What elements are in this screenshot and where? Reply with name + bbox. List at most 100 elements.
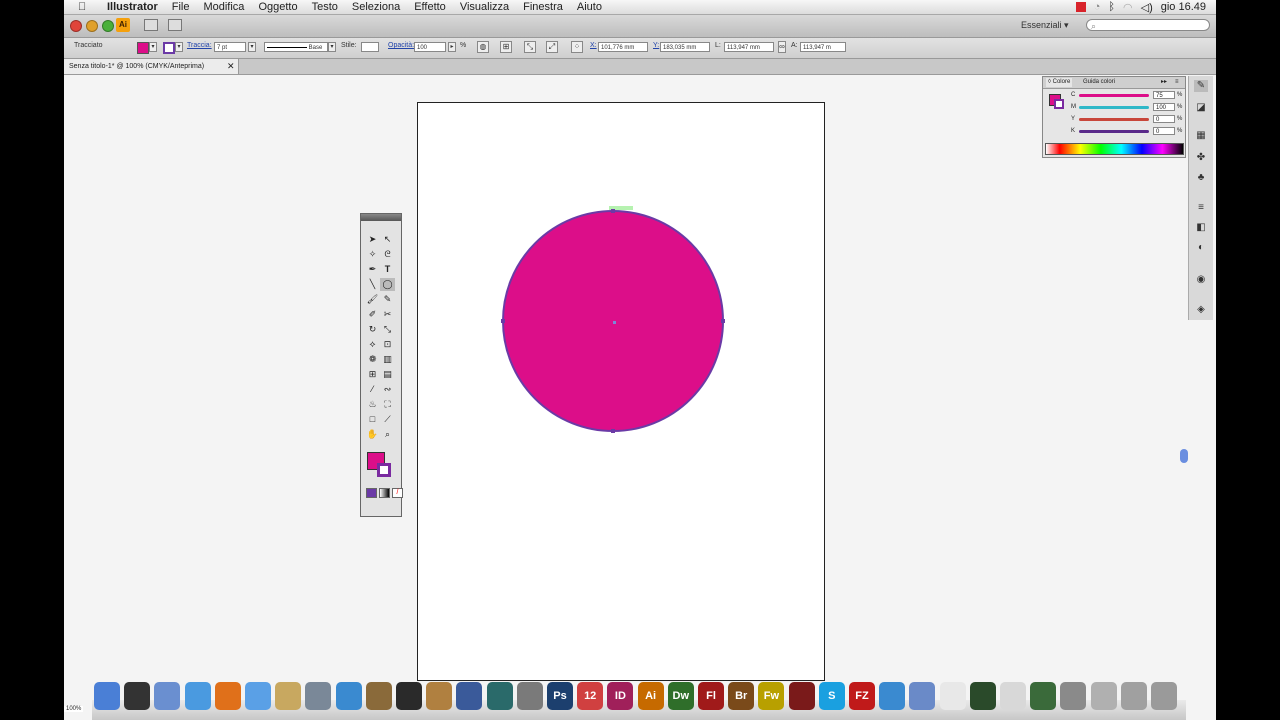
time-machine-status-icon[interactable]: ◔ — [1094, 1, 1101, 13]
help-search-input[interactable]: ⌕ — [1086, 19, 1210, 31]
bluetooth-icon[interactable]: ᛒ — [1108, 1, 1115, 13]
flash-icon[interactable]: Fl — [698, 682, 724, 710]
stroke-weight-input[interactable]: 7 pt — [214, 42, 246, 52]
zoom-tool-icon[interactable]: ⌕ — [380, 428, 395, 441]
firefox-icon[interactable] — [214, 682, 241, 710]
variable-width-profile-select[interactable]: Base — [264, 42, 328, 52]
isolate-icon[interactable]: ⤢ — [546, 41, 558, 53]
blob-brush-tool-icon[interactable]: ✐ — [365, 308, 380, 321]
stroke-dropdown-icon[interactable]: ▾ — [175, 42, 183, 52]
appearance-panel-icon[interactable]: ◉ — [1194, 274, 1208, 286]
ellipse-shape[interactable] — [501, 209, 725, 433]
pencil-tool-icon[interactable]: ✎ — [380, 293, 395, 306]
height-input[interactable]: 113,947 m — [800, 42, 846, 52]
finder-icon[interactable] — [94, 682, 120, 710]
recolor-artwork-icon[interactable]: ◍ — [477, 41, 489, 53]
magenta-slider[interactable] — [1079, 106, 1149, 109]
color-panel-stroke-swatch[interactable] — [1054, 99, 1064, 109]
imovie-icon[interactable] — [365, 682, 392, 710]
anchor-point-right[interactable] — [721, 319, 725, 323]
lasso-tool-icon[interactable]: ᘓ — [380, 248, 395, 261]
status-app-icon[interactable] — [1075, 2, 1086, 12]
ichat-icon[interactable] — [245, 682, 271, 710]
reference-point-icon[interactable]: ⁘ — [571, 41, 583, 53]
preview-icon[interactable] — [1060, 682, 1087, 710]
indesign-icon[interactable]: ID — [607, 682, 634, 710]
volume-icon[interactable]: ◁) — [1141, 1, 1153, 14]
fireworks-icon[interactable]: Fw — [758, 682, 785, 710]
stroke-panel-icon[interactable]: ≡ — [1194, 202, 1208, 214]
magenta-input[interactable]: 100 — [1153, 103, 1175, 111]
menu-aiuto[interactable]: Aiuto — [570, 0, 609, 14]
scissors-tool-icon[interactable]: ✂ — [380, 308, 395, 321]
collapse-panel-icon[interactable]: ▸▸ — [1161, 78, 1167, 87]
width-input[interactable]: 113,947 mm — [724, 42, 774, 52]
iweb-icon[interactable] — [396, 682, 422, 710]
canvas[interactable]: ➤ ↖ ✧ ᘓ ✒ T ╲ ◯ 🖌︎ ✎ ✐ ✂ ↻ ⤡ ⟡ ⊡ ❁ ▥ ⊞ ▤ ⁄ ∾ ♨ ⛶ □ ⟋ … — [64, 75, 1188, 720]
symbols-icon[interactable]: ♣ — [1194, 172, 1208, 184]
gradient-panel-icon[interactable]: ◧ — [1194, 222, 1208, 234]
menu-visualizza[interactable]: Visualizza — [453, 0, 516, 14]
none-mode-icon[interactable]: / — [392, 488, 403, 498]
spaces-icon[interactable] — [456, 682, 483, 710]
yellow-input[interactable]: 0 — [1153, 115, 1175, 123]
safari-icon[interactable] — [184, 682, 211, 710]
tools-panel-header[interactable] — [361, 214, 401, 221]
menu-finestra[interactable]: Finestra — [516, 0, 570, 14]
photoshop-icon[interactable]: Ps — [547, 682, 573, 710]
gradient-tool-icon[interactable]: ▤ — [380, 368, 395, 381]
type-tool-icon[interactable]: T — [380, 263, 395, 276]
color-mode-icon[interactable] — [366, 488, 377, 498]
garageband-icon[interactable] — [426, 682, 453, 710]
menu-file[interactable]: File — [165, 0, 197, 14]
color-spectrum-bar[interactable] — [1045, 143, 1184, 155]
system-preferences-icon[interactable] — [516, 682, 543, 710]
gradient-mode-icon[interactable] — [379, 488, 390, 498]
transform-icon[interactable]: ⤡ — [524, 41, 536, 53]
menu-testo[interactable]: Testo — [305, 0, 345, 14]
hand-tool-icon[interactable]: ✋ — [365, 428, 380, 441]
zoom-window-button[interactable] — [102, 20, 114, 32]
acrobat-icon[interactable] — [1000, 682, 1026, 710]
menu-app-name[interactable]: Illustrator — [100, 0, 165, 14]
trash-icon[interactable] — [1151, 682, 1177, 710]
magic-wand-tool-icon[interactable]: ✧ — [365, 248, 380, 261]
align-to-icon[interactable]: ⊞ — [500, 41, 512, 53]
eyedropper-tool-icon[interactable]: ⁄ — [365, 383, 380, 396]
iphoto-icon[interactable] — [305, 682, 332, 710]
line-tool-icon[interactable]: ╲ — [365, 278, 380, 291]
rotate-tool-icon[interactable]: ↻ — [365, 323, 380, 336]
anchor-point-bottom[interactable] — [611, 429, 615, 433]
swatches-icon[interactable]: ▦ — [1194, 130, 1208, 142]
menu-seleziona[interactable]: Seleziona — [345, 0, 407, 14]
menu-effetto[interactable]: Effetto — [407, 0, 453, 14]
filezilla-icon[interactable]: FZ — [849, 682, 875, 710]
workspace-switcher[interactable]: Essenziali ▾ — [1021, 20, 1069, 31]
graph-tool-icon[interactable]: ▥ — [380, 353, 395, 366]
ical-icon[interactable]: 12 — [577, 682, 604, 710]
ellipse-tool-icon[interactable]: ◯ — [380, 278, 395, 291]
documents-icon[interactable] — [1090, 682, 1117, 710]
brushes-icon[interactable]: ✤ — [1194, 152, 1208, 164]
clock[interactable]: gio 16.49 — [1161, 1, 1206, 13]
width-tool-icon[interactable]: ⟡ — [365, 338, 380, 351]
opacity-input[interactable]: 100 — [414, 42, 446, 52]
stroke-color-swatch[interactable] — [163, 42, 175, 54]
document-tab[interactable]: Senza titolo-1* @ 100% (CMYK/Anteprima) … — [64, 59, 239, 74]
arrange-documents-button[interactable] — [168, 19, 182, 31]
live-paint-tool-icon[interactable]: ♨ — [365, 398, 380, 411]
folder-icon[interactable] — [909, 682, 936, 710]
stroke-weight-dropdown-icon[interactable]: ▾ — [248, 42, 256, 52]
downloads-icon[interactable] — [1120, 682, 1147, 710]
opacity-panel-link[interactable]: Opacità: — [388, 42, 414, 49]
illustrator-icon[interactable]: Ai — [637, 682, 664, 710]
paintbrush-tool-icon[interactable]: 🖌︎ — [365, 293, 380, 306]
cyan-slider[interactable] — [1079, 94, 1149, 97]
constrain-proportions-icon[interactable]: ∞ — [778, 41, 786, 53]
bridge-button[interactable] — [144, 19, 158, 31]
vertical-scrollbar-thumb[interactable] — [1180, 449, 1188, 463]
mail-icon[interactable] — [154, 682, 181, 710]
x-position-input[interactable]: 101,776 mm — [598, 42, 648, 52]
graphic-style-swatch[interactable] — [361, 42, 379, 52]
profile-dropdown-icon[interactable]: ▾ — [328, 42, 336, 52]
